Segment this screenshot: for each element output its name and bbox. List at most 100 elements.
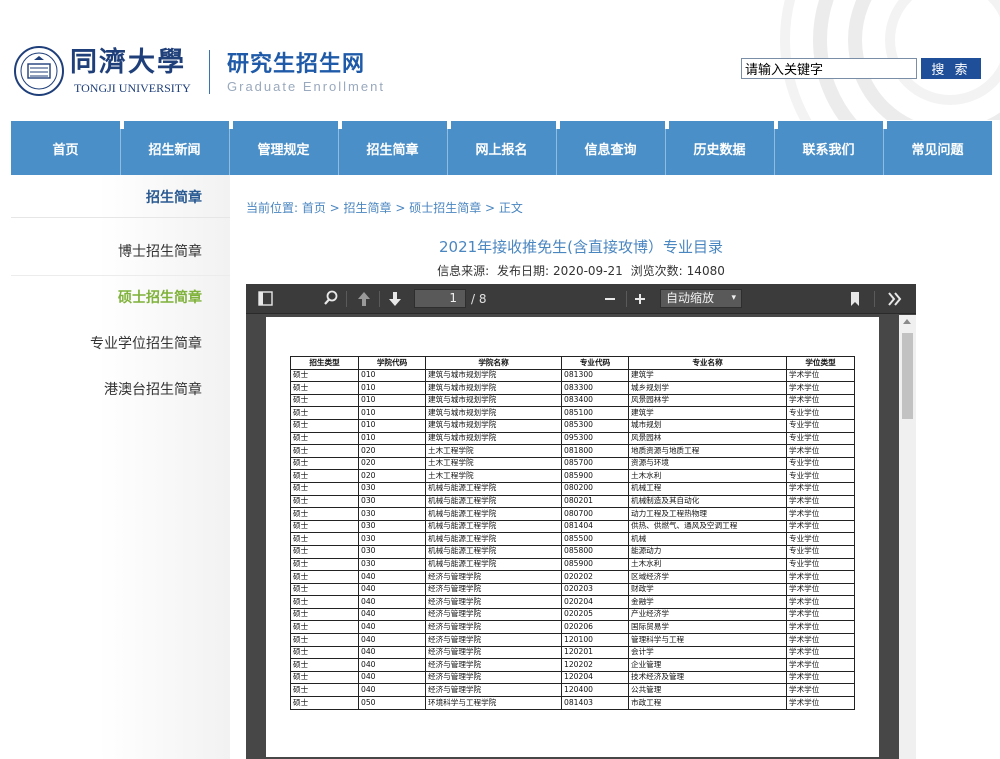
- nav-label: 历史数据: [693, 142, 746, 158]
- zoom-in-icon[interactable]: [634, 284, 646, 314]
- sidebar: 招生简章 博士招生简章 硕士招生简章 专业学位招生简章 港澳台招生简章: [11, 175, 230, 759]
- table-cell: 020203: [561, 582, 629, 597]
- table-cell: 专业学位: [786, 557, 855, 572]
- zoom-select[interactable]: 自动缩放 ▾: [660, 289, 742, 308]
- scrollbar[interactable]: [899, 315, 916, 759]
- table-cell: 085900: [561, 557, 629, 572]
- table-cell: 学术学位: [786, 620, 855, 635]
- table-cell: 技术经济及管理: [628, 670, 787, 685]
- nav-regulations[interactable]: 管理规定: [229, 121, 338, 175]
- table-row: 硕士 020 土木工程学院 081800 地质资源与地质工程 学术学位: [290, 444, 855, 458]
- page-number-input[interactable]: 1: [414, 289, 466, 308]
- table-cell: 学术学位: [786, 393, 855, 408]
- nav-home[interactable]: 首页: [11, 121, 120, 175]
- table-cell: 硕士: [290, 595, 359, 609]
- table-cell: 市政工程: [628, 696, 787, 710]
- search-icon[interactable]: [324, 284, 338, 314]
- site-header: 同濟大學 TONGJI UNIVERSITY 研究生招生网 Graduate E…: [0, 0, 1000, 120]
- table-cell: 081800: [561, 444, 629, 458]
- search-button[interactable]: 搜 索: [921, 58, 981, 79]
- table-cell: 经济与管理学院: [425, 633, 562, 647]
- pdf-viewer: 1 / 8 自动缩放 ▾ 招生类型 学院代码 学院名称 专业代码 专业名称 学位…: [246, 284, 916, 759]
- nav-online-registration[interactable]: 网上报名: [447, 121, 556, 175]
- sidebar-toggle-icon[interactable]: [258, 284, 274, 314]
- table-cell: 学术学位: [786, 696, 855, 710]
- sidebar-item-professional[interactable]: 专业学位招生简章: [90, 333, 202, 353]
- table-cell: 专业学位: [786, 469, 855, 483]
- nav-news[interactable]: 招生新闻: [120, 121, 229, 175]
- toolbar-separator: [379, 291, 380, 307]
- breadcrumb[interactable]: 当前位置: 首页 > 招生简章 > 硕士招生简章 > 正文: [246, 199, 523, 216]
- nav-tick: [338, 121, 342, 129]
- table-cell: 硕士: [290, 456, 359, 471]
- table-row: 硕士 020 土木工程学院 085900 土木水利 专业学位: [290, 469, 855, 483]
- table-cell: 城乡规划学: [628, 381, 787, 395]
- table-cell: 学术学位: [786, 595, 855, 609]
- table-cell: 040: [358, 607, 426, 622]
- table-cell: 经济与管理学院: [425, 607, 562, 622]
- views-label: 浏览次数:: [630, 264, 683, 278]
- column-header: 学位类型: [786, 356, 855, 370]
- table-cell: 土木工程学院: [425, 444, 562, 458]
- table-cell: 硕士: [290, 494, 359, 509]
- scroll-up-icon[interactable]: [903, 319, 911, 324]
- table-cell: 学术学位: [786, 368, 855, 383]
- sidebar-item-master[interactable]: 硕士招生简章: [118, 287, 202, 307]
- site-title[interactable]: 研究生招生网: [227, 50, 365, 78]
- sidebar-item-hk-macao-taiwan[interactable]: 港澳台招生简章: [104, 379, 202, 399]
- nav-label: 首页: [52, 142, 79, 158]
- table-cell: 硕士: [290, 532, 359, 546]
- sidebar-divider: [11, 217, 230, 218]
- nav-label: 招生简章: [366, 142, 419, 158]
- nav-faq[interactable]: 常见问题: [883, 121, 992, 175]
- table-cell: 学术学位: [786, 519, 855, 534]
- table-cell: 120204: [561, 670, 629, 685]
- next-page-icon[interactable]: [388, 284, 402, 314]
- table-cell: 硕士: [290, 481, 359, 496]
- nav-tick: [229, 121, 233, 129]
- table-cell: 010: [358, 368, 426, 383]
- table-cell: 硕士: [290, 620, 359, 635]
- table-cell: 050: [358, 696, 426, 710]
- table-cell: 建筑与城市规划学院: [425, 406, 562, 420]
- nav-label: 信息查询: [584, 142, 637, 158]
- nav-contact[interactable]: 联系我们: [774, 121, 883, 175]
- table-cell: 经济与管理学院: [425, 645, 562, 660]
- table-cell: 资源与环境: [628, 456, 787, 471]
- more-tools-icon[interactable]: [887, 284, 903, 314]
- table-cell: 040: [358, 620, 426, 635]
- table-cell: 建筑与城市规划学院: [425, 381, 562, 395]
- table-cell: 081404: [561, 519, 629, 534]
- table-cell: 040: [358, 658, 426, 672]
- table-cell: 机械与能源工程学院: [425, 494, 562, 509]
- table-row: 硕士 030 机械与能源工程学院 085800 能源动力 专业学位: [290, 544, 855, 559]
- scroll-thumb[interactable]: [902, 333, 913, 419]
- table-cell: 公共管理: [628, 683, 787, 698]
- table-cell: 硕士: [290, 670, 359, 685]
- table-cell: 区域经济学: [628, 570, 787, 584]
- table-cell: 120100: [561, 633, 629, 647]
- sidebar-item-phd[interactable]: 博士招生简章: [118, 241, 202, 261]
- previous-page-icon[interactable]: [357, 284, 371, 314]
- table-cell: 040: [358, 683, 426, 698]
- table-cell: 机械与能源工程学院: [425, 532, 562, 546]
- table-cell: 学术学位: [786, 381, 855, 395]
- table-cell: 120201: [561, 645, 629, 660]
- nav-brochure[interactable]: 招生简章: [338, 121, 447, 175]
- table-cell: 专业学位: [786, 406, 855, 420]
- bookmark-icon[interactable]: [849, 284, 861, 314]
- table-cell: 专业学位: [786, 431, 855, 446]
- nav-info-query[interactable]: 信息查询: [556, 121, 665, 175]
- nav-history-data[interactable]: 历史数据: [665, 121, 774, 175]
- table-cell: 经济与管理学院: [425, 683, 562, 698]
- table-row: 硕士 010 建筑与城市规划学院 095300 风景园林 专业学位: [290, 431, 855, 446]
- zoom-out-icon[interactable]: [604, 284, 616, 314]
- table-cell: 085800: [561, 544, 629, 559]
- article-title: 2021年接收推免生(含直接攻博）专业目录: [438, 238, 724, 256]
- table-cell: 国际贸易学: [628, 620, 787, 635]
- sidebar-separator: [11, 275, 230, 276]
- nav-label: 常见问题: [911, 142, 964, 158]
- table-cell: 建筑与城市规划学院: [425, 368, 562, 383]
- table-row: 硕士 030 机械与能源工程学院 080700 动力工程及工程热物理 学术学位: [290, 507, 855, 521]
- search-input[interactable]: [741, 58, 917, 79]
